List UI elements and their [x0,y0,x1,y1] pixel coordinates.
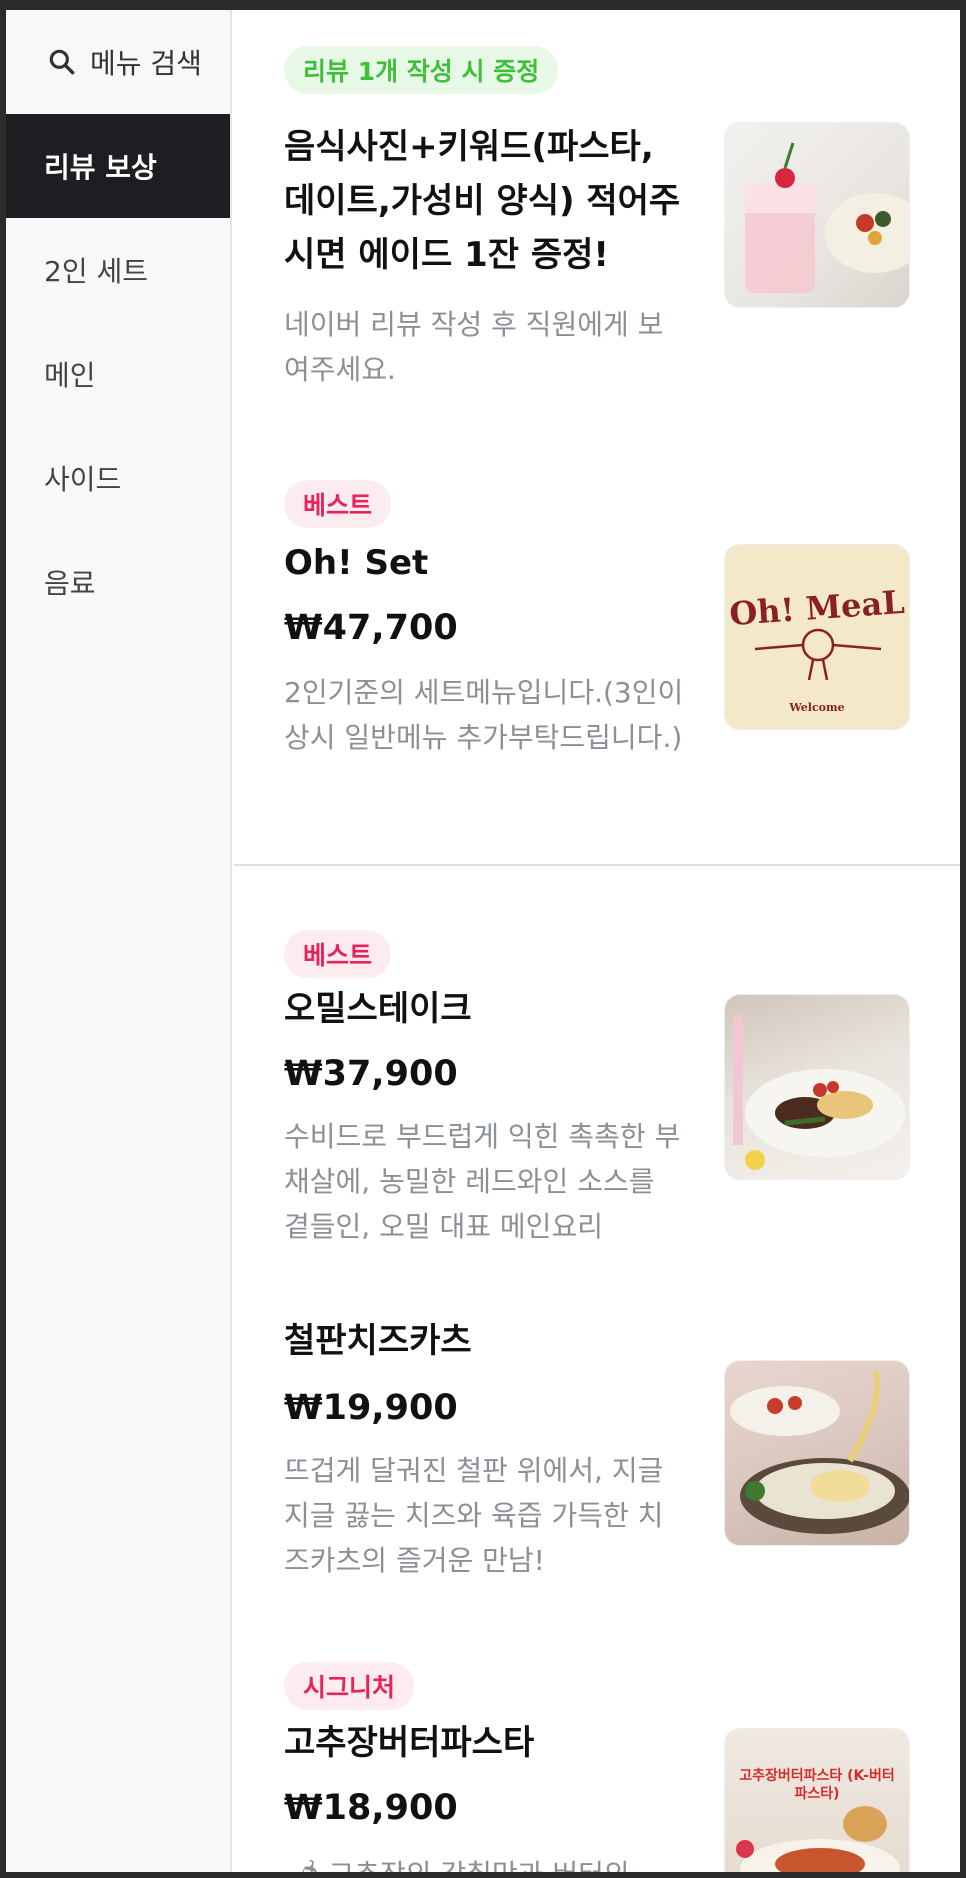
item-description: 뜨겁게 달궈진 철판 위에서, 지글지글 끓는 치즈와 육즙 가득한 치즈카츠의… [284,1454,664,1577]
menu-item-cheese-katsu[interactable]: 철판치즈카츠 ₩19,900 뜨겁게 달궈진 철판 위에서, 지글지글 끓는 치… [234,1300,960,1620]
item-description: 수비드로 부드럽게 익힌 촉촉한 부채살에, 농밀한 레드와인 소스를 곁들인,… [284,1120,681,1243]
menu-item-omil-steak[interactable]: 베스트 오밀스테이크 ₩37,900 수비드로 부드럽게 익힌 촉촉한 부채살에… [234,930,960,1250]
item-title: 오밀스테이크 [284,989,472,1029]
item-description: 네이버 리뷰 작성 후 직원에게 보여주세요. [284,308,664,386]
item-image: Oh! MeaL Welcome [724,544,910,730]
item-image [724,1360,910,1546]
menu-item-gochujang-butter-pasta[interactable]: 시그니처 고추장버터파스타 ₩18,900 🌶 고추장의 감칠맛과 버터의 고추… [234,1662,960,1872]
menu-search-button[interactable]: 메뉴 검색 [6,10,230,114]
ade-drink-image [745,142,909,293]
welcome-text: Welcome [789,701,845,714]
item-title: Oh! Set [284,543,429,583]
sidebar-item-drinks[interactable]: 음료 [6,530,230,634]
menu-screen: 메뉴 검색 리뷰 보상 2인 세트 메인 사이드 음료 리뷰 1개 작성 시 증… [6,10,960,1872]
pasta-plate-image [736,1806,900,1872]
item-image [724,994,910,1180]
search-label: 메뉴 검색 [90,47,202,80]
item-price: ₩47,700 [284,608,458,648]
cheese-katsu-image [730,1370,909,1534]
item-title: 음식사진+키워드(파스타, 데이트,가성비 양식) 적어주시면 에이드 1잔 증… [284,127,681,275]
search-icon [49,49,75,75]
menu-item-review-reward[interactable]: 리뷰 1개 작성 시 증정 음식사진+키워드(파스타, 데이트,가성비 양식) … [234,10,960,430]
best-badge: 베스트 [284,930,392,978]
item-image [724,122,910,308]
menu-item-oh-set[interactable]: 베스트 Oh! Set ₩47,700 2인기준의 세트메뉴입니다.(3인이상시… [234,480,960,840]
item-title: 철판치즈카츠 [284,1321,472,1361]
item-price: ₩37,900 [284,1054,458,1094]
sidebar-item-two-person-set[interactable]: 2인 세트 [6,218,230,322]
category-sidebar: 메뉴 검색 리뷰 보상 2인 세트 메인 사이드 음료 [6,10,232,1872]
steak-plate-image [733,1015,905,1170]
sidebar-item-side[interactable]: 사이드 [6,426,230,530]
sidebar-item-review-reward[interactable]: 리뷰 보상 [6,114,230,218]
item-price: ₩18,900 [284,1788,458,1828]
review-badge: 리뷰 1개 작성 시 증정 [284,46,559,94]
best-badge: 베스트 [284,480,392,528]
item-description: 2인기준의 세트메뉴입니다.(3인이상시 일반메뉴 추가부탁드립니다.) [284,676,684,754]
section-divider [234,864,960,866]
item-title: 고추장버터파스타 [284,1723,535,1763]
menu-list: 리뷰 1개 작성 시 증정 음식사진+키워드(파스타, 데이트,가성비 양식) … [234,10,960,1872]
signature-badge: 시그니처 [284,1662,415,1710]
item-image: 고추장버터파스타 (K-버터 파스타) [724,1728,910,1872]
item-description: 🌶 고추장의 감칠맛과 버터의 [284,1852,684,1872]
item-price: ₩19,900 [284,1388,458,1428]
sidebar-item-main[interactable]: 메인 [6,322,230,426]
